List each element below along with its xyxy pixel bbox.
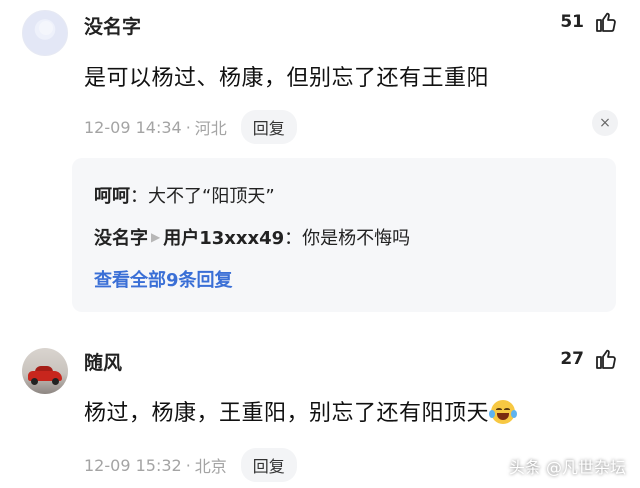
thumbs-up-icon[interactable] [594,10,618,34]
comment-text: 是可以杨过、杨康，但别忘了还有王重阳 [84,66,490,91]
comment-time: 12-09 15:32 [84,455,182,475]
comment-text-row: 杨过，杨康，王重阳，别忘了还有阳顶天 [84,395,518,427]
reply-text: 你是杨不悔吗 [302,228,411,249]
reply-text: 大不了“阳顶天” [148,186,275,207]
reply-to-arrow-icon: ▶ [151,230,161,244]
comment-time: 12-09 14:34 [84,117,182,137]
thumbs-up-icon[interactable] [594,347,618,371]
watermark: 头条 @凡世杂坛 [508,458,626,477]
reply-colon: ： [130,186,148,207]
like-count: 51 [560,12,584,32]
avatar[interactable] [22,348,68,394]
reply-target[interactable]: 用户13xxx49 [163,224,284,250]
avatar[interactable] [22,10,68,56]
meta-separator: · [185,455,191,475]
tears-of-joy-emoji-icon [489,400,518,424]
reply-item[interactable]: 呵呵 ： 大不了“阳顶天” [94,182,275,208]
reply-item[interactable]: 没名字 ▶ 用户13xxx49 ： 你是杨不悔吗 [94,224,410,250]
like-count: 27 [560,349,584,369]
replies-panel: 呵呵 ： 大不了“阳顶天” 没名字 ▶ 用户13xxx49 ： 你是杨不悔吗 查… [72,158,616,312]
comment-location: 北京 [194,457,227,476]
comment-meta: 12-09 15:32 · 北京 回复 [84,448,297,482]
like-control[interactable]: 27 [560,347,618,371]
reply-author[interactable]: 呵呵 [94,182,130,208]
like-control[interactable]: 51 [560,10,618,34]
comment-location: 河北 [194,119,227,138]
comment-username[interactable]: 没名字 [84,12,141,39]
comment-text: 杨过，杨康，王重阳，别忘了还有阳顶天 [84,401,490,426]
reply-colon: ： [284,228,303,249]
meta-separator: · [185,117,191,137]
reply-button[interactable]: 回复 [240,110,297,144]
close-button[interactable]: × [592,110,618,136]
view-all-replies-link[interactable]: 查看全部9条回复 [94,266,233,292]
reply-button[interactable]: 回复 [240,448,297,482]
reply-author[interactable]: 没名字 [94,224,148,250]
comment-username[interactable]: 随风 [84,348,122,375]
comment-meta: 12-09 14:34 · 河北 回复 [84,110,297,144]
